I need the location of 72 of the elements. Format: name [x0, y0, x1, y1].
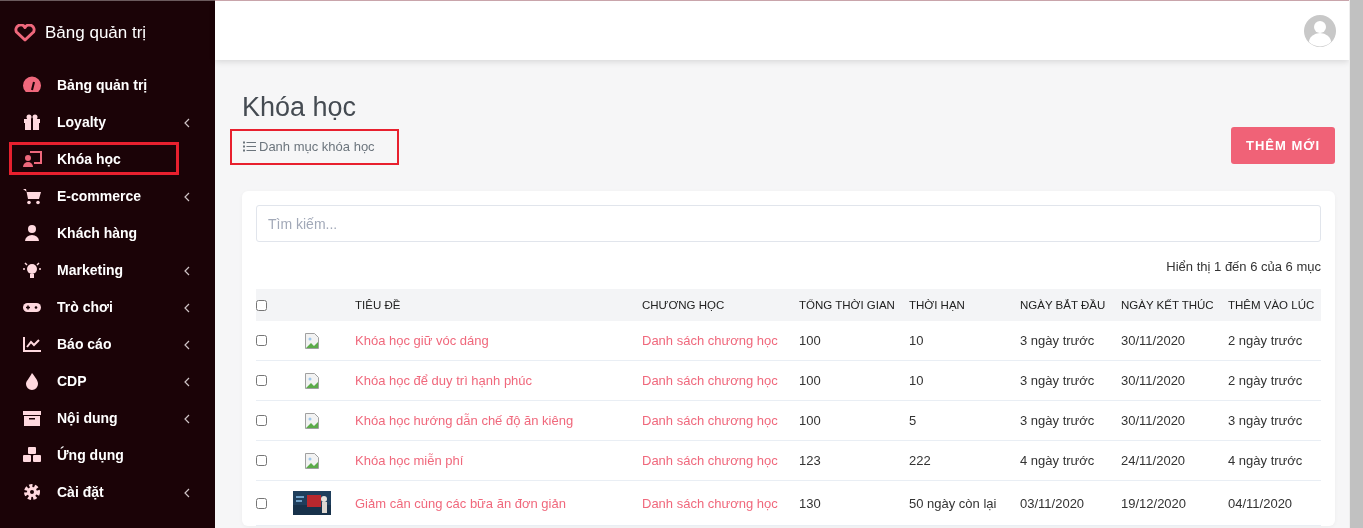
row-checkbox[interactable]	[256, 375, 267, 386]
gift-icon	[22, 112, 42, 131]
column-header: TỔNG THỜI GIAN	[799, 299, 896, 311]
search-field[interactable]: Tìm kiếm...	[256, 205, 1321, 242]
table-cell-text: 2 ngày trước	[1228, 333, 1304, 348]
sidebar-item[interactable]: Trò chơi	[9, 290, 179, 323]
presentation-icon	[22, 149, 42, 168]
row-checkbox[interactable]	[256, 335, 267, 346]
table-cell-text: 3 ngày trước	[1020, 413, 1096, 428]
table-cell-text: 10	[909, 333, 925, 348]
table-cell-text: 30/11/2020	[1121, 413, 1187, 428]
table-cell-text: 4 ngày trước	[1228, 453, 1304, 468]
sidebar-item[interactable]: Marketing	[9, 253, 179, 286]
cubes-icon	[22, 445, 42, 464]
sidebar-item[interactable]: Ứng dụng	[9, 438, 179, 471]
table-cell-text: 222	[909, 453, 932, 468]
table-cell-text: 2 ngày trước	[1228, 373, 1304, 388]
row-checkbox[interactable]	[256, 415, 267, 426]
chart-icon	[22, 334, 42, 353]
table-cell-text: 4 ngày trước	[1020, 453, 1096, 468]
column-header: NGÀY KẾT THÚC	[1121, 299, 1215, 311]
column-header: TIÊU ĐỀ	[355, 299, 402, 311]
gear-icon	[22, 482, 42, 501]
sidebar-item[interactable]: Báo cáo	[9, 327, 179, 360]
sidebar-item[interactable]: Nội dung	[9, 401, 179, 434]
row-checkbox[interactable]	[256, 497, 267, 509]
lightbulb-icon	[22, 260, 42, 279]
sidebar-item[interactable]: CDP	[9, 364, 179, 397]
archive-icon	[22, 408, 42, 427]
cart-icon	[22, 186, 42, 205]
brand-title: Bảng quản trị	[45, 23, 147, 43]
sidebar-item[interactable]: Khách hàng	[9, 216, 179, 249]
table-cell-text: 24/11/2020	[1121, 453, 1187, 468]
column-header: THÊM VÀO LÚC	[1228, 299, 1316, 311]
broken-image-icon	[305, 332, 319, 349]
sidebar-item[interactable]: Khóa học	[9, 142, 179, 175]
table-cell-text: 100	[799, 333, 822, 348]
entries-summary: Hiển thị 1 đến 6 của 6 mục	[1165, 259, 1321, 274]
table-cell-text: 100	[799, 373, 822, 388]
page-title: Khóa học	[242, 92, 358, 123]
table-cell-text: 03/11/2020	[1020, 495, 1086, 511]
sidebar-item[interactable]: E-commerce	[9, 179, 179, 212]
list-icon	[243, 141, 256, 152]
sidebar-item[interactable]: Loyalty	[9, 105, 179, 138]
column-header: THỜI HẠN	[909, 299, 966, 311]
broken-image-icon	[305, 412, 319, 429]
broken-image-icon	[305, 372, 319, 389]
table-cell-text: 50 ngày còn lại	[909, 495, 998, 511]
table-cell-text: 30/11/2020	[1121, 373, 1187, 388]
gauge-icon	[22, 75, 42, 94]
table-cell-text: 123	[799, 453, 822, 468]
table-cell-text: 130	[799, 495, 822, 511]
sidebar-item[interactable]: Cài đặt	[9, 475, 179, 508]
table-cell-text: 30/11/2020	[1121, 333, 1187, 348]
select-all-checkbox[interactable]	[256, 299, 267, 311]
table-cell-text: 5	[909, 413, 918, 428]
table-cell-text: 100	[799, 413, 822, 428]
table-cell-text: 04/11/2020	[1228, 495, 1294, 511]
column-header: NGÀY BẮT ĐẦU	[1020, 299, 1107, 311]
broken-image-icon	[305, 452, 319, 469]
table-cell-text: 10	[909, 373, 925, 388]
sidebar-item[interactable]: Bảng quản trị	[9, 68, 179, 101]
scrollbar[interactable]	[1349, 0, 1363, 528]
table-cell-text: 3 ngày trước	[1020, 373, 1096, 388]
table-cell-text: 3 ngày trước	[1228, 413, 1304, 428]
user-icon	[22, 223, 42, 242]
column-header: CHƯƠNG HỌC	[642, 299, 726, 311]
heart-icon	[14, 24, 36, 42]
category-link[interactable]: Danh mục khóa học	[230, 129, 399, 165]
table-cell-text: 19/12/2020	[1121, 495, 1188, 511]
table-cell-text: 3 ngày trước	[1020, 333, 1096, 348]
row-checkbox[interactable]	[256, 455, 267, 466]
